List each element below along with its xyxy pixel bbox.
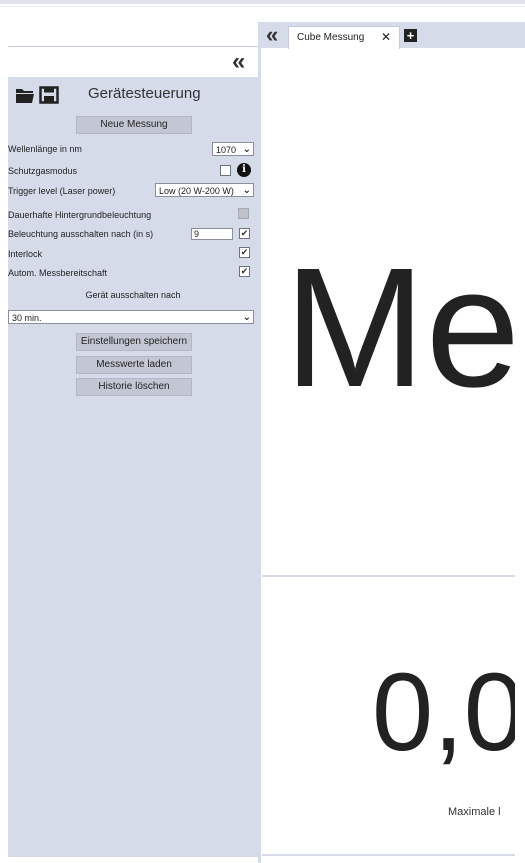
open-folder-icon[interactable]: [14, 84, 36, 106]
wavelength-value: 1070: [216, 145, 237, 155]
wavelength-select[interactable]: 1070 ⌄: [212, 142, 254, 156]
add-tab-icon[interactable]: +: [404, 29, 417, 42]
collapse-panel-icon[interactable]: «: [232, 48, 245, 76]
collapse-tabs-icon[interactable]: «: [266, 22, 278, 48]
trigger-level-label: Trigger level (Laser power): [8, 186, 116, 196]
panel-title: Gerätesteuerung: [88, 85, 201, 102]
interlock-label: Interlock: [8, 249, 43, 259]
save-settings-button[interactable]: Einstellungen speichern: [76, 333, 192, 351]
tab-label: Cube Messung: [297, 32, 365, 43]
protective-gas-label: Schutzgasmodus: [8, 166, 78, 176]
chevron-down-icon: ⌄: [242, 185, 251, 196]
device-control-panel: Gerätesteuerung Neue Messung Wellenlänge…: [8, 77, 260, 857]
measurement-value-label: Maximale l: [448, 806, 501, 818]
chevron-down-icon: ⌄: [242, 144, 251, 155]
chevron-down-icon: ⌄: [242, 312, 251, 323]
backlight-checkbox[interactable]: [238, 208, 249, 219]
top-border: [0, 0, 525, 4]
measurement-value: 0,0: [372, 651, 525, 774]
content-divider: [262, 575, 525, 577]
protective-gas-checkbox[interactable]: [220, 165, 231, 176]
save-icon[interactable]: [38, 84, 60, 106]
trigger-level-select[interactable]: Low (20 W-200 W) ⌄: [155, 183, 254, 197]
clear-history-button[interactable]: Historie löschen: [76, 378, 192, 396]
light-off-label: Beleuchtung ausschalten nach (in s): [8, 229, 154, 239]
shutdown-select[interactable]: 30 min. ⌄: [8, 310, 254, 324]
shutdown-label: Gerät ausschalten nach: [85, 290, 181, 300]
light-off-checkbox[interactable]: ✔: [239, 228, 250, 239]
new-measurement-button[interactable]: Neue Messung: [76, 116, 192, 134]
content-bottom-border: [262, 854, 525, 856]
top-border-line: [0, 6, 525, 7]
shutdown-value: 30 min.: [12, 313, 42, 323]
auto-ready-checkbox[interactable]: ✔: [239, 266, 250, 277]
trigger-level-value: Low (20 W-200 W): [159, 186, 234, 196]
backlight-label: Dauerhafte Hintergrundbeleuchtung: [8, 210, 152, 220]
light-off-input[interactable]: 9: [191, 228, 233, 240]
tab-cube-measurement[interactable]: Cube Messung ✕: [288, 26, 400, 49]
content-left-border: [258, 48, 261, 863]
interlock-checkbox[interactable]: ✔: [239, 247, 250, 258]
info-icon[interactable]: i: [237, 163, 251, 177]
viewport-edge: [515, 48, 525, 863]
close-icon[interactable]: ✕: [381, 30, 391, 44]
measurement-title: Me: [284, 233, 521, 423]
auto-ready-label: Autom. Messbereitschaft: [8, 268, 108, 278]
left-panel-top-border: [8, 46, 258, 47]
load-values-button[interactable]: Messwerte laden: [76, 356, 192, 374]
wavelength-label: Wellenlänge in nm: [8, 144, 82, 154]
panel-toolbar: [14, 81, 62, 109]
